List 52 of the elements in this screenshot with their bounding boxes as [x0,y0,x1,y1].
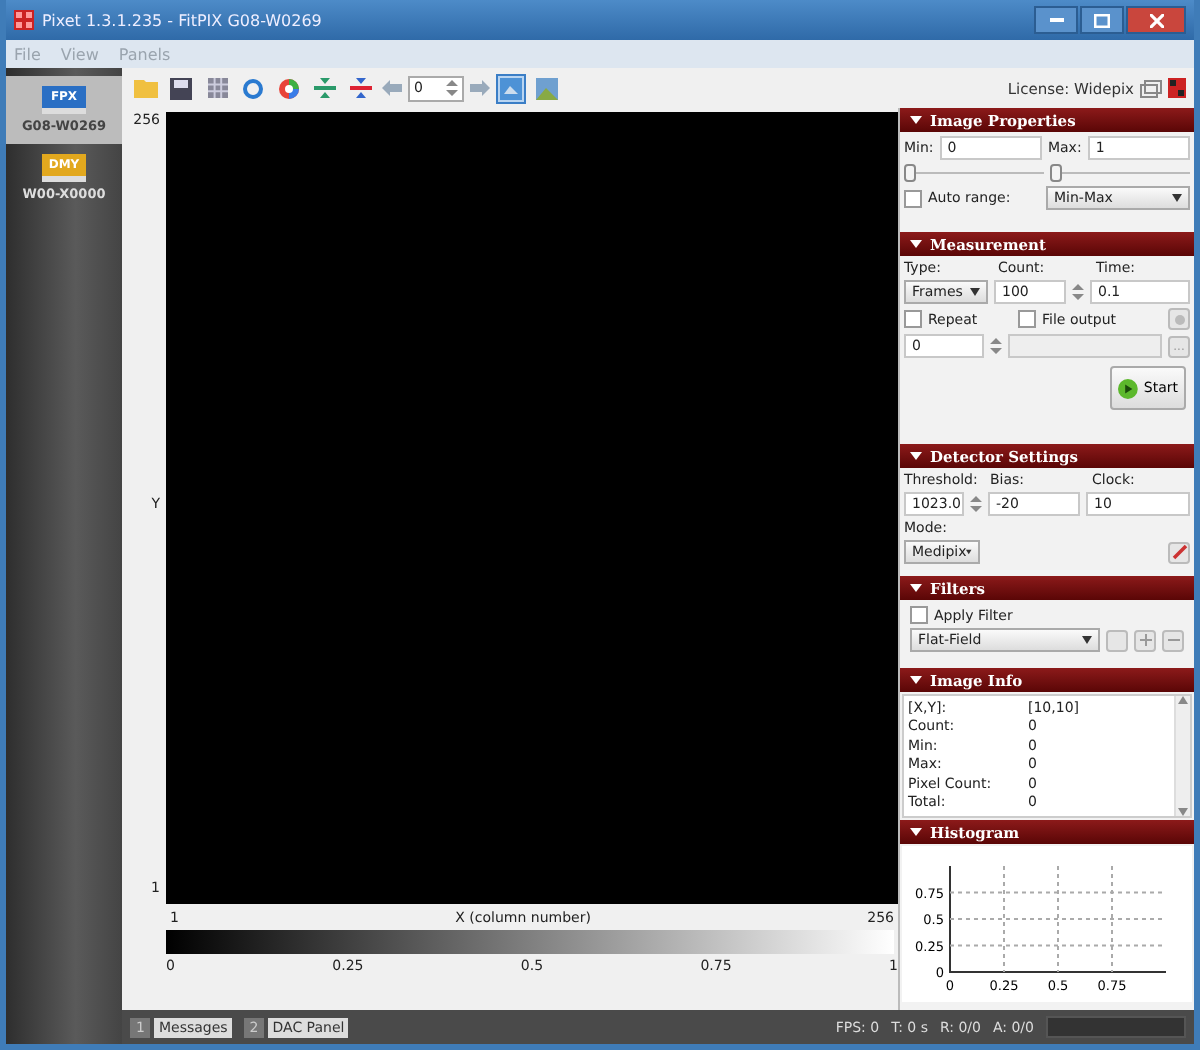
collapse-icon[interactable] [910,450,922,462]
checkbox[interactable] [910,606,928,624]
forward-arrow-icon[interactable] [470,80,490,96]
spinner-arrows-icon[interactable] [990,336,1002,356]
slider-thumb[interactable] [904,164,916,182]
file-path-field[interactable] [1008,334,1162,358]
dropdown-arrow-icon [970,288,980,296]
image-icon[interactable] [536,77,558,99]
remove-filter-button[interactable] [1162,629,1184,651]
add-filter-button[interactable] [1134,629,1156,651]
window-icon[interactable] [1140,79,1162,97]
spinner-arrows-icon[interactable] [970,494,982,514]
collapse-icon[interactable] [910,238,922,250]
color-wheel-icon[interactable] [278,77,300,99]
tool-button[interactable] [1168,541,1190,563]
scroll-up-icon[interactable] [1178,696,1188,704]
back-arrow-icon[interactable] [382,80,402,96]
save-icon[interactable] [170,77,192,99]
minus-icon [1167,638,1179,642]
collapse-icon[interactable] [910,582,922,594]
maximize-icon [1094,13,1110,27]
flip-icon[interactable] [314,78,336,98]
view-mode-icon[interactable] [500,77,522,99]
dropdown-arrow-icon [1172,194,1182,202]
dropdown-arrow-icon [966,548,972,556]
flip-icon[interactable] [350,78,372,98]
maximize-button[interactable] [1080,6,1124,34]
checkbox[interactable] [904,310,922,328]
scroll-down-icon[interactable] [1178,808,1188,816]
checkbox[interactable] [1018,310,1036,328]
app-icon [14,10,34,30]
grid-icon[interactable] [207,78,227,98]
scrollbar[interactable] [1174,696,1190,816]
minimize-button[interactable] [1034,6,1078,34]
spinner-arrows-icon[interactable] [446,78,458,98]
collapse-icon[interactable] [910,114,922,126]
edit-filter-button[interactable] [1106,629,1128,651]
close-button[interactable] [1126,6,1186,34]
checkbox[interactable] [904,189,922,207]
collapse-icon[interactable] [910,826,922,838]
refresh-icon[interactable] [242,77,264,99]
dropdown-arrow-icon [1082,636,1092,644]
minimize-icon [1049,18,1063,22]
circle-icon [1173,313,1185,325]
play-icon [1118,377,1138,399]
close-icon [1149,13,1163,27]
plus-icon [1139,634,1151,646]
window-title: Pixet 1.3.1.235 - FitPIX G08-W0269 [42,11,322,29]
app-icon [1168,78,1186,98]
slider-thumb[interactable] [1050,164,1062,182]
collapse-icon[interactable] [910,674,922,686]
spinner-arrows-icon[interactable] [1072,282,1084,302]
